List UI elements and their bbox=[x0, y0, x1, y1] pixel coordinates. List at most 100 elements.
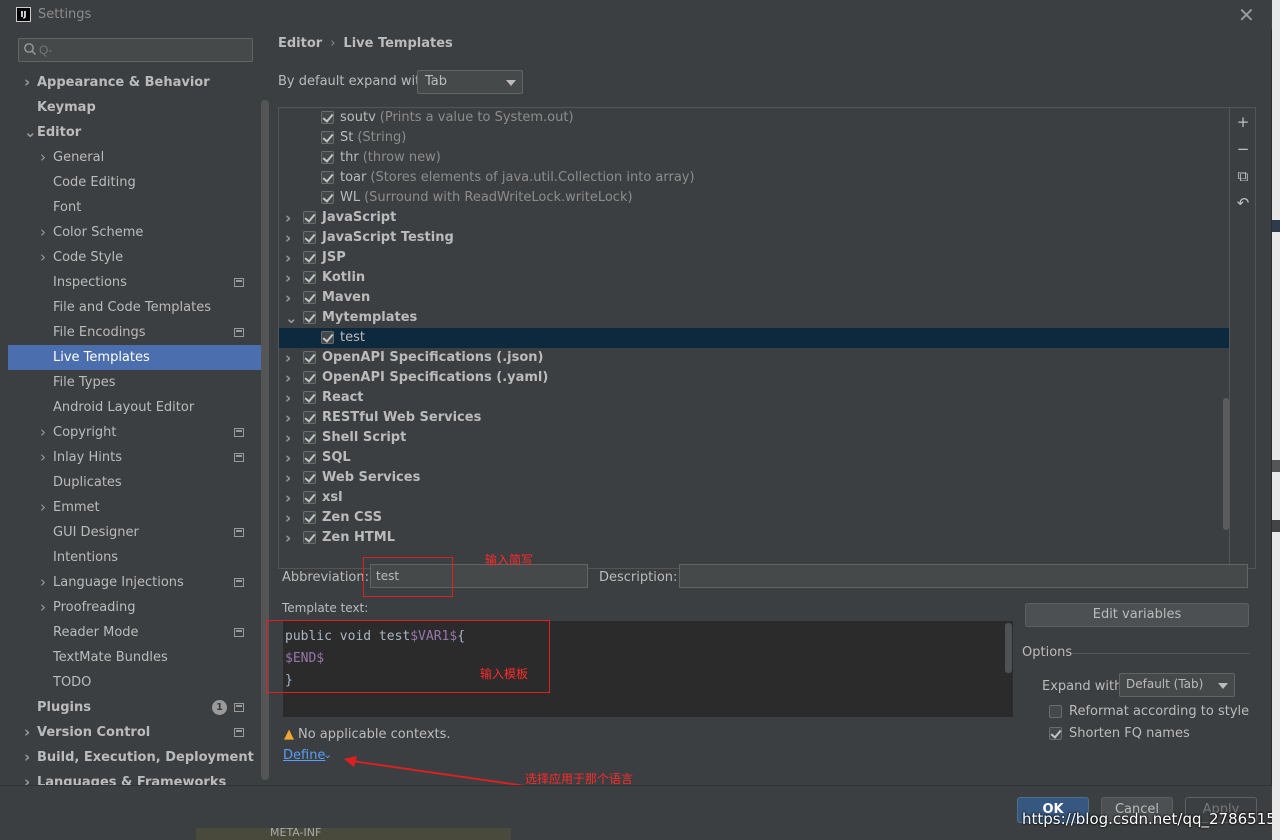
sidebar-item[interactable]: Plugins 1 bbox=[8, 695, 261, 720]
template-group-row[interactable]: › JavaScript bbox=[279, 208, 1229, 228]
template-checkbox[interactable] bbox=[303, 371, 316, 384]
description-input[interactable] bbox=[679, 564, 1248, 588]
chevron-right-icon[interactable]: › bbox=[285, 208, 291, 228]
chevron-right-icon[interactable]: › bbox=[285, 448, 291, 468]
template-group-row[interactable]: › OpenAPI Specifications (.json) bbox=[279, 348, 1229, 368]
template-row[interactable]: toar (Stores elements of java.util.Collec… bbox=[279, 168, 1229, 188]
add-icon[interactable]: + bbox=[1236, 114, 1250, 130]
sidebar-item[interactable]: › Color Scheme bbox=[8, 220, 261, 245]
chevron-down-icon[interactable]: ⌄ bbox=[323, 748, 332, 761]
sidebar-item[interactable]: Inspections bbox=[8, 270, 261, 295]
template-checkbox[interactable] bbox=[321, 111, 334, 124]
chevron-right-icon[interactable]: › bbox=[285, 408, 291, 428]
chevron-right-icon[interactable]: › bbox=[24, 720, 36, 745]
template-row[interactable]: WL (Surround with ReadWriteLock.writeLock… bbox=[279, 188, 1229, 208]
template-group-row[interactable]: › Maven bbox=[279, 288, 1229, 308]
chevron-right-icon[interactable]: › bbox=[24, 745, 36, 770]
template-checkbox[interactable] bbox=[321, 191, 334, 204]
chevron-right-icon[interactable]: › bbox=[40, 445, 52, 470]
chevron-down-icon[interactable]: ⌄ bbox=[24, 120, 37, 145]
shorten-fq-checkbox[interactable] bbox=[1049, 727, 1062, 740]
template-checkbox[interactable] bbox=[303, 271, 316, 284]
sidebar-item[interactable]: Keymap bbox=[8, 95, 261, 120]
template-group-row[interactable]: › Zen HTML bbox=[279, 528, 1229, 548]
template-checkbox[interactable] bbox=[303, 311, 316, 324]
chevron-right-icon[interactable]: › bbox=[285, 268, 291, 288]
sidebar-item[interactable]: File Types bbox=[8, 370, 261, 395]
template-group-row[interactable]: ⌄ Mytemplates bbox=[279, 308, 1229, 328]
chevron-right-icon[interactable]: › bbox=[24, 70, 36, 95]
templates-scrollbar[interactable] bbox=[1223, 398, 1229, 530]
template-group-row[interactable]: › OpenAPI Specifications (.yaml) bbox=[279, 368, 1229, 388]
template-checkbox[interactable] bbox=[303, 391, 316, 404]
chevron-right-icon[interactable]: › bbox=[40, 220, 52, 245]
chevron-right-icon[interactable]: › bbox=[40, 245, 52, 270]
chevron-right-icon[interactable]: › bbox=[24, 770, 36, 785]
chevron-right-icon[interactable]: › bbox=[40, 420, 52, 445]
chevron-right-icon[interactable]: › bbox=[40, 595, 52, 620]
editor-scrollbar[interactable] bbox=[1005, 623, 1012, 673]
sidebar-item[interactable]: Font bbox=[8, 195, 261, 220]
sidebar-item[interactable]: Code Editing bbox=[8, 170, 261, 195]
template-checkbox[interactable] bbox=[303, 411, 316, 424]
settings-search[interactable] bbox=[18, 38, 253, 62]
template-group-row[interactable]: › JavaScript Testing bbox=[279, 228, 1229, 248]
template-checkbox[interactable] bbox=[303, 471, 316, 484]
chevron-right-icon[interactable]: › bbox=[285, 468, 291, 488]
define-link[interactable]: Define bbox=[283, 748, 325, 763]
sidebar-item[interactable]: File Encodings bbox=[8, 320, 261, 345]
template-checkbox[interactable] bbox=[321, 331, 334, 344]
sidebar-item[interactable]: File and Code Templates bbox=[8, 295, 261, 320]
template-checkbox[interactable] bbox=[303, 511, 316, 524]
template-checkbox[interactable] bbox=[303, 231, 316, 244]
template-checkbox[interactable] bbox=[321, 151, 334, 164]
sidebar-item[interactable]: › Appearance & Behavior bbox=[8, 70, 261, 95]
sidebar-item[interactable]: › Languages & Frameworks bbox=[8, 770, 261, 785]
reformat-label[interactable]: Reformat according to style bbox=[1069, 704, 1249, 719]
close-icon[interactable]: ✕ bbox=[1238, 3, 1255, 27]
sidebar-item[interactable]: › Build, Execution, Deployment bbox=[8, 745, 261, 770]
template-group-row[interactable]: › Zen CSS bbox=[279, 508, 1229, 528]
template-row[interactable]: St (String) bbox=[279, 128, 1229, 148]
expand-default-select[interactable]: Tab bbox=[417, 70, 523, 94]
template-checkbox[interactable] bbox=[303, 291, 316, 304]
template-group-row[interactable]: › React bbox=[279, 388, 1229, 408]
chevron-down-icon[interactable]: ⌄ bbox=[285, 308, 298, 328]
sidebar-item[interactable]: Live Templates bbox=[8, 345, 261, 370]
template-row[interactable]: thr (throw new) bbox=[279, 148, 1229, 168]
chevron-right-icon[interactable]: › bbox=[40, 145, 52, 170]
reformat-checkbox[interactable] bbox=[1049, 705, 1062, 718]
chevron-right-icon[interactable]: › bbox=[285, 368, 291, 388]
template-checkbox[interactable] bbox=[303, 451, 316, 464]
template-group-row[interactable]: › SQL bbox=[279, 448, 1229, 468]
sidebar-item[interactable]: GUI Designer bbox=[8, 520, 261, 545]
shorten-fq-label[interactable]: Shorten FQ names bbox=[1069, 726, 1190, 741]
template-group-row[interactable]: › JSP bbox=[279, 248, 1229, 268]
sidebar-item[interactable]: ⌄ Editor bbox=[8, 120, 261, 145]
template-row[interactable]: soutv (Prints a value to System.out) bbox=[279, 108, 1229, 128]
template-checkbox[interactable] bbox=[303, 531, 316, 544]
search-input[interactable] bbox=[39, 41, 247, 59]
chevron-right-icon[interactable]: › bbox=[285, 348, 291, 368]
sidebar-item[interactable]: › Code Style bbox=[8, 245, 261, 270]
sidebar-item[interactable]: › Copyright bbox=[8, 420, 261, 445]
chevron-right-icon[interactable]: › bbox=[285, 288, 291, 308]
template-row[interactable]: test bbox=[279, 328, 1229, 348]
sidebar-item[interactable]: › General bbox=[8, 145, 261, 170]
breadcrumb-parent[interactable]: Editor bbox=[278, 36, 322, 51]
chevron-right-icon[interactable]: › bbox=[285, 228, 291, 248]
template-group-row[interactable]: › RESTful Web Services bbox=[279, 408, 1229, 428]
template-group-row[interactable]: › Shell Script bbox=[279, 428, 1229, 448]
template-checkbox[interactable] bbox=[303, 351, 316, 364]
template-checkbox[interactable] bbox=[321, 171, 334, 184]
template-checkbox[interactable] bbox=[303, 251, 316, 264]
sidebar-item[interactable]: Intentions bbox=[8, 545, 261, 570]
sidebar-item[interactable]: TextMate Bundles bbox=[8, 645, 261, 670]
chevron-right-icon[interactable]: › bbox=[285, 528, 291, 548]
template-group-row[interactable]: › Web Services bbox=[279, 468, 1229, 488]
chevron-right-icon[interactable]: › bbox=[285, 388, 291, 408]
template-checkbox[interactable] bbox=[303, 211, 316, 224]
sidebar-item[interactable]: Android Layout Editor bbox=[8, 395, 261, 420]
chevron-right-icon[interactable]: › bbox=[285, 508, 291, 528]
sidebar-item[interactable]: › Language Injections bbox=[8, 570, 261, 595]
